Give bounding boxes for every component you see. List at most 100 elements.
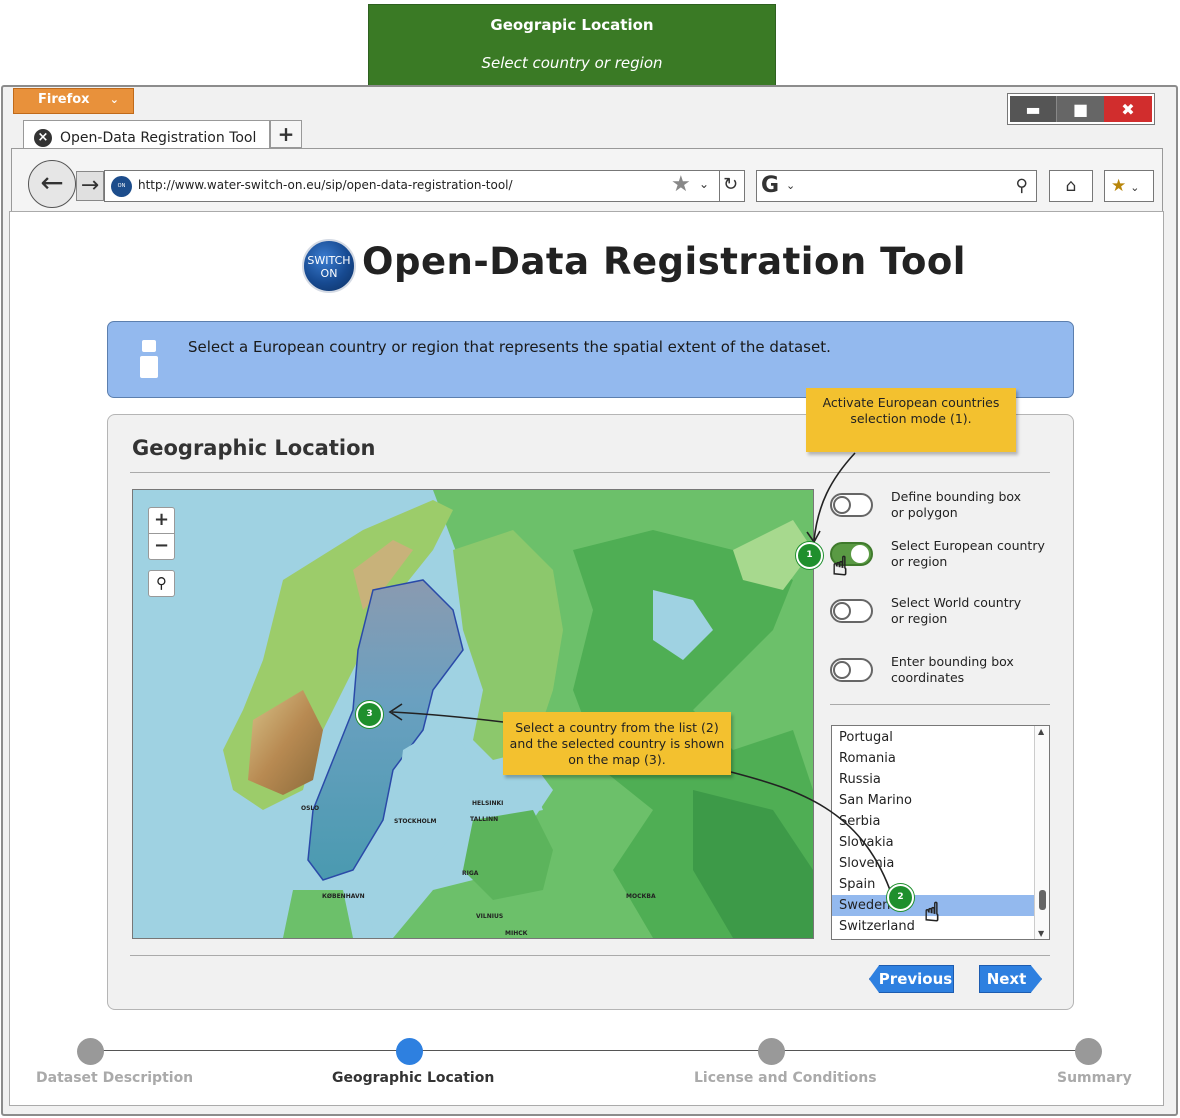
list-item[interactable]: Russia [832,769,1035,790]
reload-icon[interactable]: ↻ [723,174,738,195]
list-item[interactable]: Slovenia [832,853,1035,874]
toggle-knob [833,496,851,514]
search-box[interactable]: G ⌄ ⚲ [756,170,1037,202]
option-label: Enter bounding box coordinates [891,654,1014,685]
city-label: МОСКВА [626,893,656,900]
step-marker-3: 3 [356,701,383,728]
home-icon[interactable]: ⌂ [1049,170,1093,202]
step-label[interactable]: License and Conditions [694,1070,877,1086]
step-label[interactable]: Dataset Description [36,1070,193,1086]
search-icon[interactable]: ⚲ [1016,176,1028,196]
firefox-menu-label: Firefox [38,92,90,107]
city-label: HELSINKI [472,800,504,807]
option-coordinates[interactable]: Enter bounding box coordinates [830,654,1050,690]
country-list[interactable]: Portugal Romania Russia San Marino Serbi… [831,725,1050,940]
divider [130,955,1050,956]
search-engine-dropdown-icon[interactable]: ⌄ [786,179,795,192]
zoom-in-button[interactable]: + [149,508,174,534]
option-european-country[interactable]: Select European country or region [830,538,1050,574]
callout-note-2: Select a country from the list (2) and t… [503,712,731,775]
banner-subtitle: Select country or region [481,54,663,72]
page-title: Open-Data Registration Tool [362,240,966,283]
step-dot-license[interactable] [758,1038,785,1065]
previous-button[interactable]: Previous [869,965,954,993]
tab-close-icon[interactable]: × [34,129,52,147]
city-label: VILNIUS [476,913,504,920]
info-panel: Select a European country or region that… [107,321,1074,398]
city-label: STOCKHOLM [394,818,437,825]
progress-line [90,1050,1090,1051]
minimize-icon[interactable]: ▬ [1010,96,1056,122]
banner-title: Geograpic Location [490,16,654,34]
close-icon[interactable]: ✖ [1104,96,1152,122]
list-item[interactable]: Spain [832,874,1035,895]
panel-title: Geographic Location [132,436,376,460]
country-list-items: Portugal Romania Russia San Marino Serbi… [832,726,1049,937]
address-bar[interactable]: ON http://www.water-switch-on.eu/sip/ope… [104,170,745,202]
info-text: Select a European country or region that… [188,338,831,356]
map-zoom-control: + − [148,507,175,560]
hand-cursor-icon: ☝ [924,898,941,929]
option-label: Define bounding box or polygon [891,489,1022,520]
new-tab-button[interactable]: + [270,120,302,148]
url-text[interactable]: http://www.water-switch-on.eu/sip/open-d… [138,178,513,192]
list-item[interactable]: Serbia [832,811,1035,832]
list-item[interactable]: San Marino [832,790,1035,811]
scroll-up-icon[interactable]: ▲ [1038,727,1044,736]
note-line: and the selected country is shown [509,736,725,751]
step-marker-1: 1 [796,542,823,569]
bookmarks-icon[interactable]: ★ ⌄ [1104,170,1154,202]
note-line: Activate European countries [822,395,1000,410]
next-button[interactable]: Next [979,965,1042,993]
window-controls: ▬ ■ ✖ [1007,93,1155,125]
note-line: on the map (3). [568,752,666,767]
option-world-country[interactable]: Select World country or region [830,595,1050,631]
search-engine-icon[interactable]: G [761,173,779,198]
toggle-knob [851,545,869,563]
site-favicon-icon: ON [111,176,132,197]
option-label: Select European country or region [891,538,1045,569]
list-item[interactable]: Portugal [832,727,1035,748]
list-scrollbar[interactable]: ▲ ▼ [1034,726,1049,939]
url-separator [719,171,720,201]
city-label: OSLO [301,805,320,812]
firefox-menu-button[interactable]: Firefox ⌄ [13,88,134,114]
maximize-icon[interactable]: ■ [1056,96,1104,122]
step-label-active[interactable]: Geographic Location [332,1070,494,1086]
bookmarks-dropdown-icon: ⌄ [1130,181,1140,194]
option-label: Select World country or region [891,595,1022,626]
list-item[interactable]: Romania [832,748,1035,769]
city-label: TALLINN [470,816,499,823]
hand-cursor-icon: ☝ [832,552,849,583]
step-dot-geographic-location[interactable] [396,1038,423,1065]
list-item[interactable]: Slovakia [832,832,1035,853]
map-search-icon[interactable]: ⚲ [148,570,175,597]
scroll-down-icon[interactable]: ▼ [1038,929,1044,938]
step-dot-summary[interactable] [1075,1038,1102,1065]
city-label: МІНСК [505,930,528,937]
star-icon[interactable]: ★ [671,172,691,197]
toggle-switch[interactable] [830,493,873,517]
chevron-down-icon: ⌄ [109,93,119,106]
info-icon [142,340,156,352]
note-line: selection mode (1). [850,411,972,426]
logo-line2: ON [320,267,338,280]
back-arrow-icon[interactable]: ← [28,160,76,208]
url-dropdown-icon[interactable]: ⌄ [699,177,709,191]
zoom-out-button[interactable]: − [149,534,174,560]
scroll-thumb[interactable] [1039,890,1046,910]
toggle-knob [833,661,851,679]
step-dot-dataset-description[interactable] [77,1038,104,1065]
option-bounding-box[interactable]: Define bounding box or polygon [830,489,1050,525]
step-label[interactable]: Summary [1057,1070,1132,1086]
divider [130,472,1050,473]
forward-icon[interactable]: → [76,171,104,201]
step-marker-2: 2 [887,884,914,911]
callout-note-1: Activate European countries selection mo… [806,388,1016,452]
toggle-switch[interactable] [830,658,873,682]
city-label: RIGA [462,870,479,877]
note-line: Select a country from the list (2) [515,720,719,735]
toggle-switch[interactable] [830,599,873,623]
logo-line1: SWITCH [307,254,351,267]
toggle-knob [833,602,851,620]
